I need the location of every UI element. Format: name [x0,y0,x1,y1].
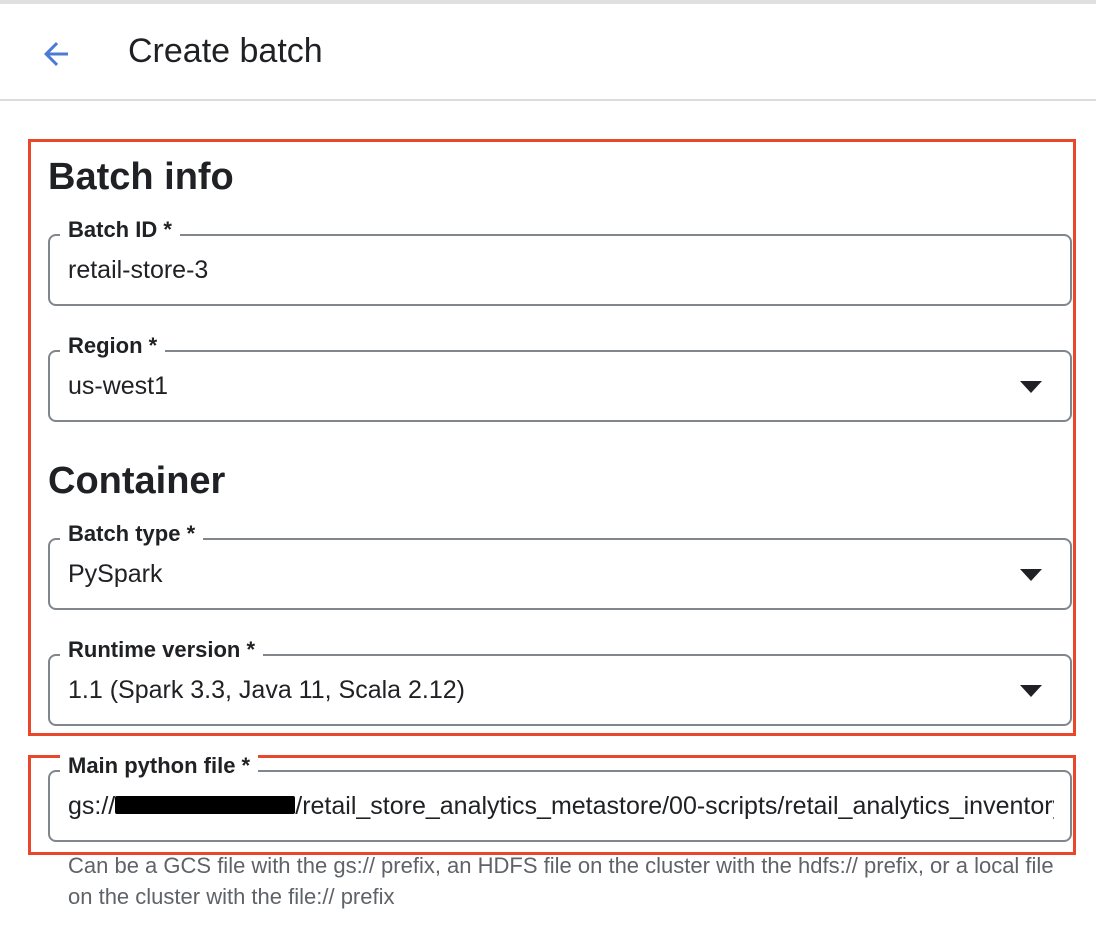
dropdown-arrow-icon [1020,685,1042,697]
main-python-file-field[interactable]: Main python file * gs:// /retail_store_an… [48,752,1072,842]
batch-type-value: PySpark [68,560,163,588]
main-python-file-helper: Can be a GCS file with the gs:// prefix,… [68,853,1054,909]
main-python-file-value: gs:// /retail_store_analytics_metastore/0… [68,792,1054,821]
main-python-file-label: Main python file * [60,752,259,780]
runtime-version-value: 1.1 (Spark 3.3, Java 11, Scala 2.12) [68,676,465,704]
arrow-back-icon [44,42,68,66]
batch-id-value: retail-store-3 [68,256,209,284]
region-select[interactable]: Region * us-west1 [48,332,1072,422]
batch-type-select[interactable]: Batch type * PySpark [48,520,1072,610]
file-suffix: /retail_store_analytics_metastore/00-scr… [295,792,1054,820]
section-title-container: Container [48,460,226,502]
back-button[interactable] [30,28,82,80]
batch-id-field[interactable]: Batch ID * retail-store-3 [48,216,1072,306]
page-header: Create batch [0,4,1096,101]
section-title-batch-info: Batch info [48,156,234,198]
dropdown-arrow-icon [1020,569,1042,581]
file-prefix: gs:// [68,792,116,820]
batch-type-label: Batch type * [60,520,204,548]
runtime-version-label: Runtime version * [60,636,264,664]
dropdown-arrow-icon [1020,381,1042,393]
runtime-version-select[interactable]: Runtime version * 1.1 (Spark 3.3, Java 1… [48,636,1072,726]
region-label: Region * [60,332,166,360]
batch-id-label: Batch ID * [60,216,180,244]
page-title: Create batch [128,32,323,70]
redacted-bucket [115,796,296,815]
region-value: us-west1 [68,372,169,400]
